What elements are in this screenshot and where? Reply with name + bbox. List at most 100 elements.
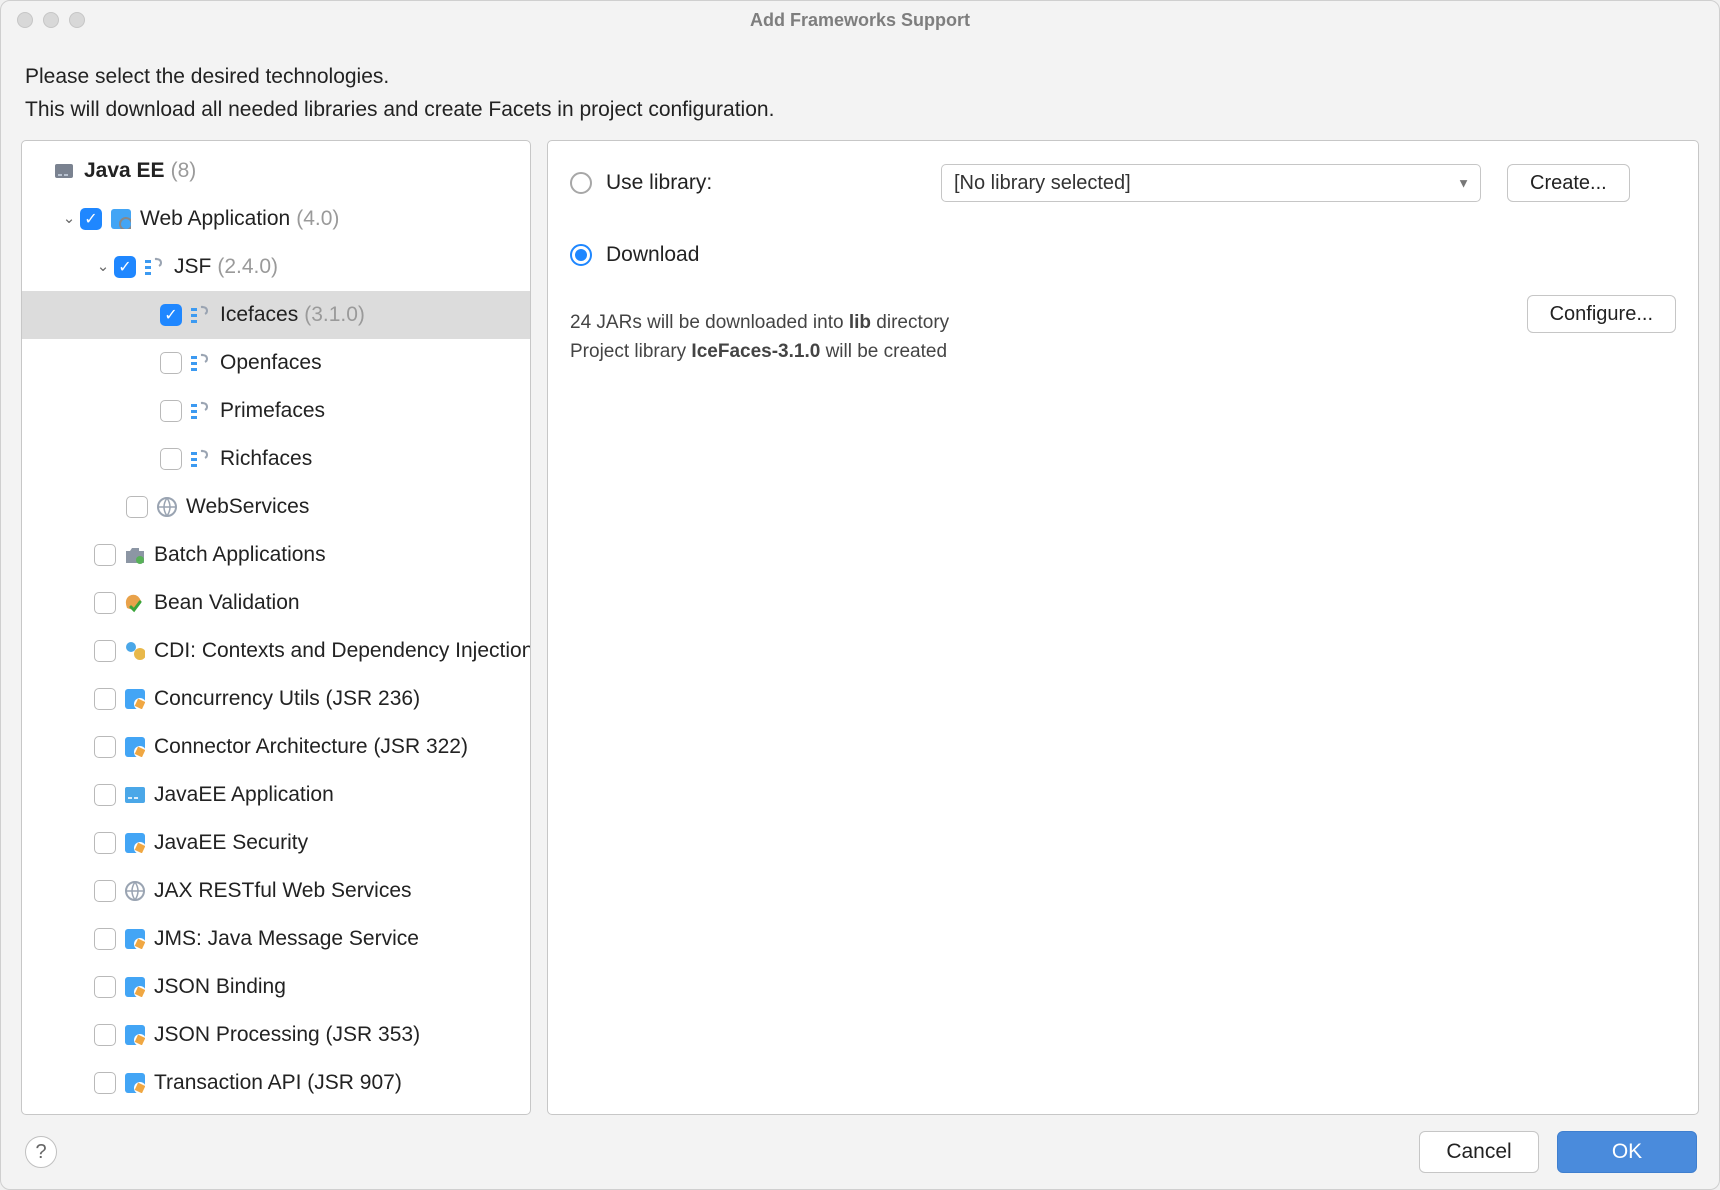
cdi-icon xyxy=(124,640,146,662)
detail-panel: Use library: [No library selected] ▼ Cre… xyxy=(547,140,1699,1115)
checkbox[interactable] xyxy=(160,352,182,374)
checkbox[interactable] xyxy=(94,736,116,758)
radio-use-library[interactable] xyxy=(570,172,592,194)
checkbox[interactable] xyxy=(160,448,182,470)
tree-node-json-binding[interactable]: JSON Binding xyxy=(22,963,530,1011)
tree-label: Web Application xyxy=(140,207,290,231)
tree-label: JAX RESTful Web Services xyxy=(154,879,412,903)
tree-label: Icefaces xyxy=(220,303,298,327)
add-frameworks-dialog: Add Frameworks Support Please select the… xyxy=(0,0,1720,1190)
tree-node-webservices[interactable]: WebServices xyxy=(22,483,530,531)
globe-icon xyxy=(124,880,146,902)
use-library-row: Use library: [No library selected] ▼ Cre… xyxy=(570,159,1676,207)
checkbox[interactable] xyxy=(94,832,116,854)
tree-label: CDI: Contexts and Dependency Injection xyxy=(154,639,530,663)
web-app-icon xyxy=(110,208,132,230)
jsf-icon xyxy=(190,448,212,470)
tree-node-primefaces[interactable]: Primefaces xyxy=(22,387,530,435)
checkbox[interactable] xyxy=(94,544,116,566)
tree-suffix: (4.0) xyxy=(290,207,339,231)
tree-label: Transaction API (JSR 907) xyxy=(154,1071,402,1095)
radio-download[interactable] xyxy=(570,244,592,266)
framework-tree-inner: ▾ Java EE (8) ⌄ ✓ Web Application (4.0) … xyxy=(22,141,530,1114)
chevron-down-icon[interactable]: ⌄ xyxy=(92,257,114,275)
checkbox[interactable] xyxy=(160,400,182,422)
checkbox[interactable] xyxy=(94,784,116,806)
tree-node-connector[interactable]: Connector Architecture (JSR 322) xyxy=(22,723,530,771)
tree-node-cdi[interactable]: CDI: Contexts and Dependency Injection xyxy=(22,627,530,675)
tree-label: JSON Binding xyxy=(154,975,286,999)
checkbox[interactable] xyxy=(94,592,116,614)
tree-node-json-processing[interactable]: JSON Processing (JSR 353) xyxy=(22,1011,530,1059)
checkbox[interactable] xyxy=(94,688,116,710)
checkbox[interactable]: ✓ xyxy=(114,256,136,278)
tree-node-concurrency[interactable]: Concurrency Utils (JSR 236) xyxy=(22,675,530,723)
checkbox[interactable] xyxy=(94,1024,116,1046)
jsf-icon xyxy=(144,256,166,278)
library-select-value: [No library selected] xyxy=(954,172,1131,195)
download-label: Download xyxy=(606,243,699,267)
facet-icon xyxy=(124,832,146,854)
checkbox[interactable] xyxy=(94,976,116,998)
tree-label: Bean Validation xyxy=(154,591,300,615)
checkbox[interactable]: ✓ xyxy=(160,304,182,326)
tree-node-jms[interactable]: JMS: Java Message Service xyxy=(22,915,530,963)
dialog-body: ▾ Java EE (8) ⌄ ✓ Web Application (4.0) … xyxy=(1,140,1719,1115)
ok-button[interactable]: OK xyxy=(1557,1131,1697,1173)
facet-icon xyxy=(124,928,146,950)
checkbox[interactable] xyxy=(94,880,116,902)
java-ee-icon xyxy=(54,160,76,182)
tree-label: JMS: Java Message Service xyxy=(154,927,419,951)
tree-label: Connector Architecture (JSR 322) xyxy=(154,735,468,759)
titlebar: Add Frameworks Support xyxy=(1,1,1719,39)
tree-node-javaee-security[interactable]: JavaEE Security xyxy=(22,819,530,867)
jsf-icon xyxy=(190,352,212,374)
tree-node-bean-validation[interactable]: Bean Validation xyxy=(22,579,530,627)
dialog-footer: ? Cancel OK xyxy=(1,1115,1719,1189)
library-select[interactable]: [No library selected] ▼ xyxy=(941,164,1481,202)
chevron-down-icon: ▼ xyxy=(1457,176,1470,191)
framework-tree[interactable]: ▾ Java EE (8) ⌄ ✓ Web Application (4.0) … xyxy=(21,140,531,1115)
tree-label: Primefaces xyxy=(220,399,325,423)
tree-label: JSON Processing (JSR 353) xyxy=(154,1023,420,1047)
tree-node-transaction-api[interactable]: Transaction API (JSR 907) xyxy=(22,1059,530,1107)
configure-button[interactable]: Configure... xyxy=(1527,295,1676,333)
checkbox[interactable] xyxy=(126,496,148,518)
checkbox[interactable] xyxy=(94,1072,116,1094)
tree-node-javaee-app[interactable]: JavaEE Application xyxy=(22,771,530,819)
folder-icon xyxy=(124,544,146,566)
tree-suffix: (2.4.0) xyxy=(211,255,278,279)
tree-node-web-application[interactable]: ⌄ ✓ Web Application (4.0) xyxy=(22,195,530,243)
jsf-icon xyxy=(190,400,212,422)
tree-label: Concurrency Utils (JSR 236) xyxy=(154,687,420,711)
facet-icon xyxy=(124,976,146,998)
chevron-down-icon[interactable]: ⌄ xyxy=(58,209,80,227)
use-library-label: Use library: xyxy=(606,171,941,195)
create-library-button[interactable]: Create... xyxy=(1507,164,1630,202)
cancel-button[interactable]: Cancel xyxy=(1419,1131,1539,1173)
globe-icon xyxy=(156,496,178,518)
checkbox[interactable] xyxy=(94,640,116,662)
facet-icon xyxy=(124,1072,146,1094)
tree-node-java-ee[interactable]: ▾ Java EE (8) xyxy=(22,147,530,195)
tree-label: WebServices xyxy=(186,495,309,519)
checkbox[interactable] xyxy=(94,928,116,950)
tree-node-openfaces[interactable]: Openfaces xyxy=(22,339,530,387)
jar-count: 24 xyxy=(570,312,591,333)
jsf-icon xyxy=(190,304,212,326)
checkbox[interactable]: ✓ xyxy=(80,208,102,230)
help-button[interactable]: ? xyxy=(25,1136,57,1168)
download-info: 24 JARs will be downloaded into lib dire… xyxy=(570,309,1676,366)
tree-node-icefaces[interactable]: ✓ Icefaces (3.1.0) xyxy=(22,291,530,339)
instructions-line-2: This will download all needed libraries … xyxy=(25,94,1695,127)
tree-label: Batch Applications xyxy=(154,543,326,567)
tree-node-batch[interactable]: Batch Applications xyxy=(22,531,530,579)
tree-label: Openfaces xyxy=(220,351,322,375)
tree-label: JSF xyxy=(174,255,211,279)
facet-icon xyxy=(124,688,146,710)
lib-dir: lib xyxy=(849,312,871,333)
tree-node-jax-rs[interactable]: JAX RESTful Web Services xyxy=(22,867,530,915)
tree-node-jsf[interactable]: ⌄ ✓ JSF (2.4.0) xyxy=(22,243,530,291)
tree-node-richfaces[interactable]: Richfaces xyxy=(22,435,530,483)
tree-label: JavaEE Security xyxy=(154,831,308,855)
